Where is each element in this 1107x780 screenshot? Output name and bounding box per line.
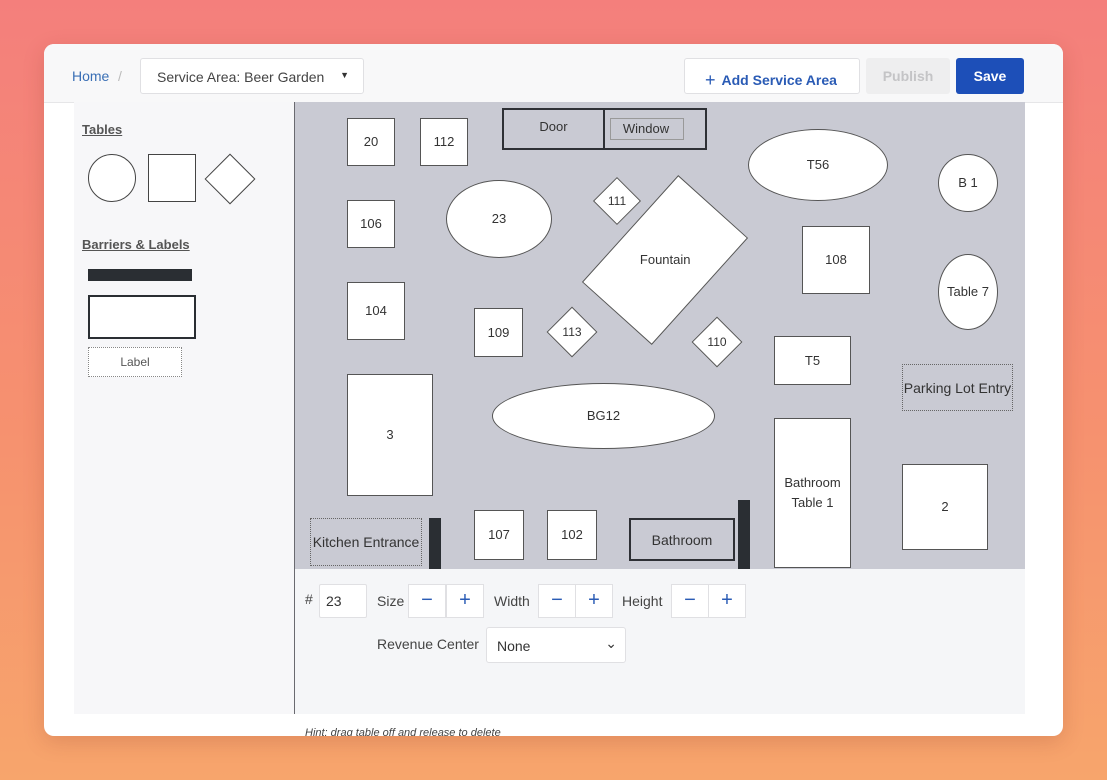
table-bg12[interactable]: BG12 xyxy=(492,383,715,449)
table-110-label: 110 xyxy=(707,335,727,349)
parking-lot-entry-label[interactable]: Parking Lot Entry xyxy=(902,364,1013,411)
table-104[interactable]: 104 xyxy=(347,282,405,340)
window-label: Window xyxy=(609,118,685,140)
delete-hint: Hint: drag table off and release to dele… xyxy=(305,727,501,736)
table-t5[interactable]: T5 xyxy=(774,336,851,385)
palette-diamond-table[interactable] xyxy=(204,153,256,205)
table-109[interactable]: 109 xyxy=(474,308,523,357)
table-107[interactable]: 107 xyxy=(474,510,524,560)
add-service-area-button[interactable]: + Add Service Area xyxy=(684,58,860,94)
save-button[interactable]: Save xyxy=(956,58,1024,94)
add-service-area-label: Add Service Area xyxy=(721,72,837,88)
table-t56[interactable]: T56 xyxy=(748,129,888,201)
height-label: Height xyxy=(622,593,663,609)
revenue-center-label: Revenue Center xyxy=(377,636,479,652)
table-number-input[interactable]: 23 xyxy=(319,584,367,618)
revenue-center-value: None xyxy=(497,638,531,654)
service-area-select[interactable]: Service Area: Beer Garden ▼ xyxy=(140,58,364,94)
width-decrease-button[interactable]: − xyxy=(538,584,576,618)
top-bar: Home / Service Area: Beer Garden ▼ + Add … xyxy=(44,44,1063,103)
table-102[interactable]: 102 xyxy=(547,510,597,560)
palette-label[interactable]: Label xyxy=(88,347,182,377)
number-label: # xyxy=(305,591,313,607)
door-barrier[interactable]: Door xyxy=(502,108,605,150)
service-area-value: Service Area: Beer Garden xyxy=(157,69,325,85)
height-increase-button[interactable]: + xyxy=(708,584,746,618)
table-bathroom-table-1[interactable]: Bathroom Table 1 xyxy=(774,418,851,568)
size-increase-button[interactable]: + xyxy=(446,584,484,618)
barrier-kitchen[interactable] xyxy=(429,518,441,569)
width-increase-button[interactable]: + xyxy=(575,584,613,618)
palette-sidebar: Tables Barriers & Labels Label xyxy=(74,102,294,714)
table-111[interactable]: 111 xyxy=(592,176,642,226)
revenue-center-select[interactable]: None ⌄ xyxy=(486,627,626,663)
app-window: Home / Service Area: Beer Garden ▼ + Add … xyxy=(44,44,1063,736)
table-108[interactable]: 108 xyxy=(802,226,870,294)
kitchen-entrance-label[interactable]: Kitchen Entrance xyxy=(310,518,422,566)
palette-barrier-box[interactable] xyxy=(88,295,196,339)
chevron-down-icon: ⌄ xyxy=(605,635,617,651)
breadcrumb-separator: / xyxy=(118,68,122,84)
size-label: Size xyxy=(377,593,405,609)
window-barrier[interactable]: Window xyxy=(603,108,707,150)
plus-icon: + xyxy=(705,70,716,90)
barrier-bathroom[interactable] xyxy=(738,500,750,569)
palette-round-table[interactable] xyxy=(88,154,136,202)
table-table7[interactable]: Table 7 xyxy=(938,254,998,330)
table-2[interactable]: 2 xyxy=(902,464,988,550)
table-properties-panel: # 23 Size − + Width − + Height − + Reven… xyxy=(294,569,1025,736)
door-label: Door xyxy=(539,119,568,134)
floor-plan-canvas[interactable]: 20 112 Door Window T56 B 1 106 23 111 Fo… xyxy=(294,102,1025,569)
table-106[interactable]: 106 xyxy=(347,200,395,248)
size-decrease-button[interactable]: − xyxy=(408,584,446,618)
tables-heading: Tables xyxy=(82,122,123,137)
table-111-label: 111 xyxy=(607,194,627,208)
table-112[interactable]: 112 xyxy=(420,118,468,166)
caret-down-icon: ▼ xyxy=(340,70,349,80)
bathroom-barrier[interactable]: Bathroom xyxy=(629,518,735,561)
breadcrumb-home[interactable]: Home xyxy=(72,68,109,84)
table-20[interactable]: 20 xyxy=(347,118,395,166)
palette-barrier-line[interactable] xyxy=(88,269,192,281)
table-113-label: 113 xyxy=(562,325,582,339)
publish-button[interactable]: Publish xyxy=(866,58,950,94)
table-3[interactable]: 3 xyxy=(347,374,433,496)
palette-square-table[interactable] xyxy=(148,154,196,202)
table-b1[interactable]: B 1 xyxy=(938,154,998,212)
barriers-heading: Barriers & Labels xyxy=(82,237,190,252)
fountain-label: Fountain xyxy=(639,252,691,267)
height-decrease-button[interactable]: − xyxy=(671,584,709,618)
table-110[interactable]: 110 xyxy=(691,316,743,368)
width-label: Width xyxy=(494,593,530,609)
table-23[interactable]: 23 xyxy=(446,180,552,258)
table-113[interactable]: 113 xyxy=(546,306,598,358)
